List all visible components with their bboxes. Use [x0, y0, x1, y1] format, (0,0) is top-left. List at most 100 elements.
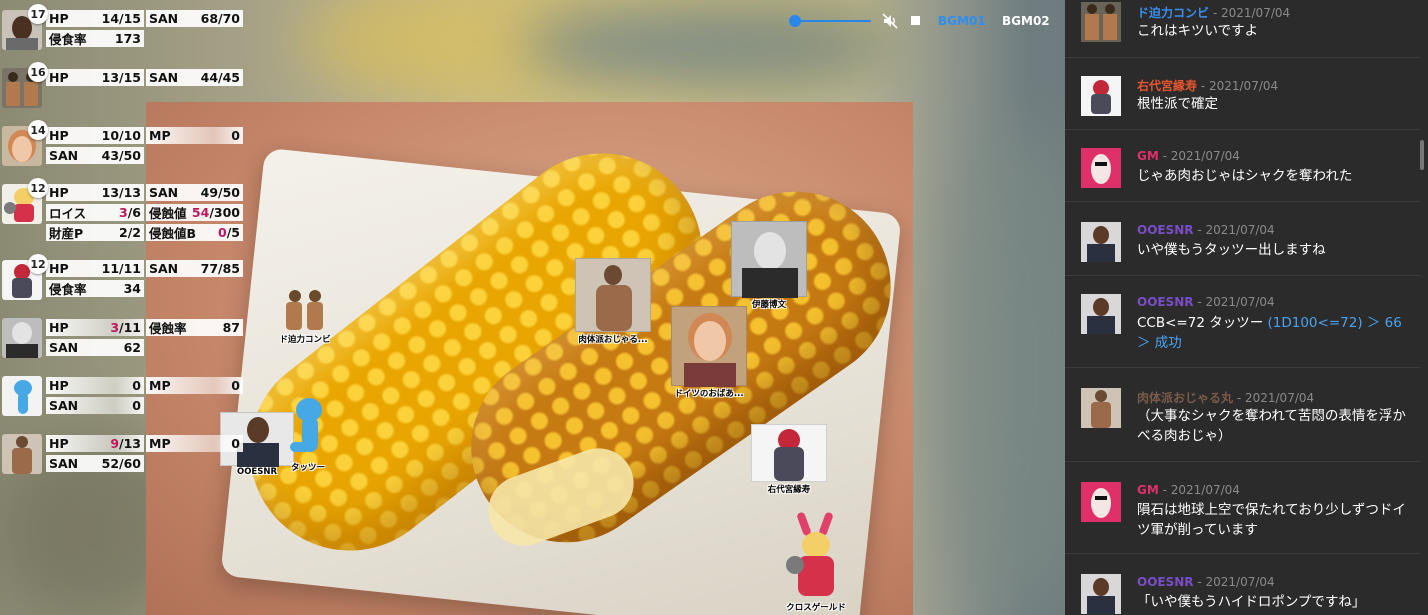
message-author: ド迫力コンビ [1137, 6, 1210, 20]
message-author: OOESNR [1137, 295, 1194, 309]
chat-message: GM - 2021/07/04 隕石は地球上空で保たれており少しずつドイツ軍が削… [1065, 462, 1420, 554]
stat-san: SAN 43/50 [46, 147, 144, 164]
stat-erosion-b: 侵蝕値B 0/5 [146, 224, 243, 241]
stage-background-image: ド迫力コンビ 肉体派おじゃる... 伊藤博文 ドイツのおばあ... OOESNR [146, 102, 913, 615]
stat-hp: HP 13/13 [46, 184, 144, 201]
character-avatar[interactable] [2, 434, 42, 474]
message-date: - 2021/07/04 [1193, 223, 1275, 237]
message-body: いや僕もうタッツー出しますね [1137, 242, 1326, 258]
level-badge: 12 [28, 178, 48, 198]
message-avatar [1081, 482, 1121, 522]
message-avatar [1081, 294, 1121, 334]
chat-message: GM - 2021/07/04 じゃあ肉おじゃはシャクを奪われた [1065, 130, 1420, 202]
character-row[interactable]: 12 HP 11/11 SAN 77/85 侵食率 34 [0, 254, 245, 302]
token-nikutaiha[interactable]: 肉体派おじゃる... [574, 258, 652, 345]
token-dohakuryoku[interactable]: ド迫力コンビ [270, 288, 340, 345]
stat-hp: HP 0 [46, 377, 144, 394]
level-badge: 14 [28, 120, 48, 140]
character-row[interactable]: 12 HP 13/13 SAN 49/50 ロイス 3/6 侵蝕値 54/300 財産P… [0, 178, 245, 244]
token-label: クロスゲールド [786, 603, 846, 613]
level-badge: 16 [28, 62, 48, 82]
message-author: GM [1137, 149, 1159, 163]
level-badge: 12 [28, 254, 48, 274]
stat-hp: HP 13/15 [46, 69, 144, 86]
message-avatar [1081, 148, 1121, 188]
token-label: ドイツのおばあ... [674, 389, 744, 399]
message-date: - 2021/07/04 [1197, 79, 1279, 93]
stat-property: 財産P 2/2 [46, 224, 144, 241]
message-avatar [1081, 388, 1121, 428]
stat-hp: HP 14/15 [46, 10, 144, 27]
stat-mp: MP 0 [146, 377, 243, 394]
message-body: 「いや僕もうハイドロポンプですね」 [1137, 594, 1366, 610]
stat-erosion: 侵食率 34 [46, 280, 144, 297]
message-author: OOESNR [1137, 575, 1194, 589]
token-label: 右代宮縁寿 [767, 485, 811, 495]
message-body: 隕石は地球上空で保たれており少しずつドイツ軍が削っています [1137, 502, 1406, 538]
character-avatar[interactable] [2, 318, 42, 358]
token-ito[interactable]: 伊藤博文 [730, 221, 808, 310]
bgm01-button[interactable]: BGM01 [938, 14, 986, 28]
stop-icon[interactable] [911, 16, 920, 25]
character-row[interactable]: HP 9/13 MP 0 SAN 52/60 [0, 434, 245, 476]
stat-san: SAN 44/45 [146, 69, 243, 86]
message-date: - 2021/07/04 [1158, 149, 1240, 163]
stat-hp: HP 10/10 [46, 127, 144, 144]
stat-san: SAN 68/70 [146, 10, 243, 27]
character-row[interactable]: 16 HP 13/15 SAN 44/45 [0, 62, 245, 110]
stat-erosion-value: 侵蝕値 54/300 [146, 204, 243, 221]
bgm02-button[interactable]: BGM02 [1002, 14, 1050, 28]
message-body: 根性派で確定 [1137, 96, 1218, 112]
message-body: これはキツいですよ [1137, 23, 1259, 39]
volume-muted-icon[interactable] [881, 12, 899, 30]
message-body: じゃあ肉おじゃはシャクを奪われた [1137, 168, 1353, 184]
token-crossgeared[interactable]: クロスゲールド [776, 511, 856, 613]
token-ange[interactable]: 右代宮縁寿 [750, 424, 828, 495]
message-avatar [1081, 76, 1121, 116]
message-date: - 2021/07/04 [1233, 391, 1315, 405]
character-row[interactable]: HP 3/11 侵蝕率 87 SAN 62 [0, 318, 245, 360]
stat-san: SAN 49/50 [146, 184, 243, 201]
volume-slider-track[interactable] [795, 20, 871, 22]
message-date: - 2021/07/04 [1209, 6, 1291, 20]
message-avatar [1081, 574, 1121, 614]
stat-erosion: 侵食率 173 [46, 30, 144, 47]
message-author: 右代宮縁寿 [1137, 79, 1198, 93]
message-date: - 2021/07/04 [1193, 295, 1275, 309]
character-row[interactable]: 14 HP 10/10 MP 0 SAN 43/50 [0, 120, 245, 168]
stat-mp: MP 0 [146, 127, 243, 144]
stat-hp: HP 9/13 [46, 435, 144, 452]
message-avatar [1081, 222, 1121, 262]
stat-san: SAN 77/85 [146, 260, 243, 277]
stat-hp: HP 3/11 [46, 319, 144, 336]
stat-san: SAN 52/60 [46, 455, 144, 472]
stat-san: SAN 0 [46, 397, 144, 414]
chat-message: ド迫力コンビ - 2021/07/04 これはキツいですよ [1065, 0, 1420, 58]
volume-slider-handle[interactable] [789, 15, 801, 27]
token-label: タッツー [290, 463, 325, 473]
level-badge: 17 [28, 4, 48, 24]
message-date: - 2021/07/04 [1158, 483, 1240, 497]
message-date: - 2021/07/04 [1193, 575, 1275, 589]
chat-message: OOESNR - 2021/07/04 「いや僕もうハイドロポンプですね」 [1065, 554, 1420, 615]
token-german-grandma[interactable]: ドイツのおばあ... [670, 306, 748, 399]
stat-hp: HP 11/11 [46, 260, 144, 277]
token-label: 肉体派おじゃる... [578, 335, 648, 345]
chat-message: OOESNR - 2021/07/04 CCB<=72 タッツー (1D100<… [1065, 276, 1420, 368]
stat-mp: MP 0 [146, 435, 243, 452]
message-author: GM [1137, 483, 1159, 497]
chat-log-panel[interactable]: ド迫力コンビ - 2021/07/04 これはキツいですよ 右代宮縁寿 - 20… [1065, 0, 1428, 615]
chat-message: 右代宮縁寿 - 2021/07/04 根性派で確定 [1065, 58, 1420, 130]
stat-san: SAN 62 [46, 339, 144, 356]
character-row[interactable]: HP 0 MP 0 SAN 0 [0, 376, 245, 418]
character-avatar[interactable] [2, 376, 42, 416]
token-label: ド迫力コンビ [279, 335, 331, 345]
character-row[interactable]: 17 HP 14/15 SAN 68/70 侵食率 173 [0, 4, 245, 50]
message-avatar [1081, 2, 1121, 42]
chat-scrollbar[interactable] [1420, 140, 1424, 170]
token-horsea[interactable]: タッツー [276, 394, 340, 473]
message-author: OOESNR [1137, 223, 1194, 237]
audio-controls: BGM01 BGM02 [775, 0, 1065, 40]
chat-message: 肉体派おじゃる丸 - 2021/07/04 （大事なシャクを奪われて苦悶の表情を… [1065, 368, 1420, 462]
message-body: CCB<=72 タッツー (1D100<=72) ＞ 66 ＞ 成功 [1137, 315, 1402, 351]
